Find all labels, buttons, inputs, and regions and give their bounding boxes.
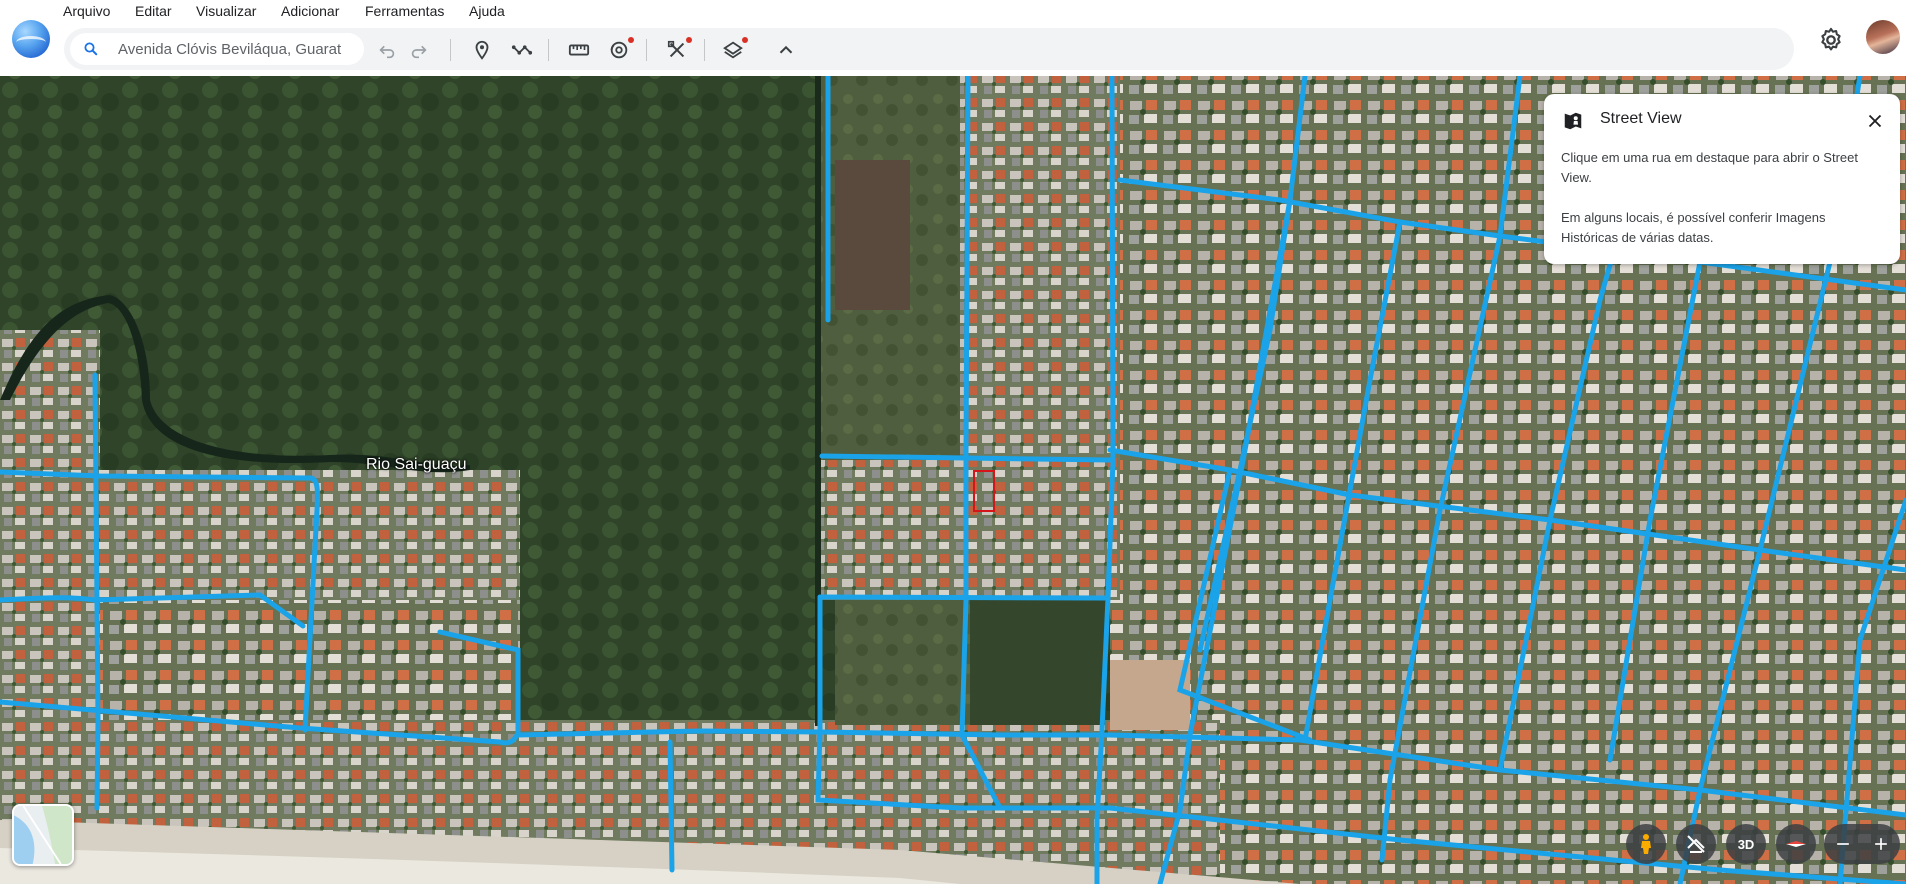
collapse-icon — [779, 45, 793, 54]
toolbar-divider — [704, 39, 705, 61]
search-icon[interactable] — [82, 40, 100, 58]
collapse-toolbar-button[interactable] — [773, 37, 799, 63]
settings-button[interactable] — [1817, 26, 1845, 54]
historical-imagery-icon — [610, 41, 628, 59]
compass-button[interactable] — [1776, 824, 1816, 864]
menu-ferramentas[interactable]: Ferramentas — [365, 3, 444, 19]
pegman-button[interactable] — [1626, 824, 1666, 864]
redo-icon — [411, 45, 427, 59]
tools-button[interactable] — [664, 37, 692, 63]
redo-button[interactable] — [406, 37, 432, 63]
menu-ajuda[interactable]: Ajuda — [469, 3, 505, 19]
map-label-river: Rio Sai-guaçu — [366, 456, 467, 473]
toolbar-divider — [450, 39, 451, 61]
no-tilt-icon — [1687, 835, 1705, 853]
map-controls: 3D — [1626, 822, 1902, 868]
toolbar-divider — [646, 39, 647, 61]
notification-dot — [628, 37, 634, 43]
minus-icon — [1837, 843, 1849, 845]
street-view-icon — [1562, 110, 1584, 132]
close-icon — [1868, 114, 1882, 128]
notification-dot — [742, 37, 748, 43]
map-style-thumbnail[interactable] — [12, 804, 74, 866]
menu-adicionar[interactable]: Adicionar — [281, 3, 339, 19]
search-box[interactable] — [70, 33, 364, 65]
undo-icon — [379, 45, 395, 59]
path-icon — [511, 45, 533, 55]
ruler-icon — [568, 44, 590, 56]
gear-icon — [1821, 27, 1841, 51]
toggle-3d-label: 3D — [1737, 836, 1755, 852]
pegman-icon — [1641, 834, 1651, 854]
menu-arquivo[interactable]: Arquivo — [63, 3, 110, 19]
zoom-out-button[interactable] — [1824, 824, 1862, 864]
layers-icon — [723, 41, 743, 59]
measure-button[interactable] — [566, 37, 592, 63]
zoom-in-button[interactable] — [1862, 824, 1900, 864]
add-path-button[interactable] — [509, 37, 535, 63]
compass-icon — [1786, 841, 1806, 847]
street-view-title: Street View — [1600, 110, 1682, 127]
tilt-reset-button[interactable] — [1676, 824, 1716, 864]
toggle-3d-button[interactable]: 3D — [1726, 824, 1766, 864]
historical-imagery-button[interactable] — [606, 37, 634, 63]
street-view-instructions: Clique em uma rua em destaque para abrir… — [1561, 150, 1858, 185]
toolbar — [64, 28, 1794, 70]
menu-bar: Arquivo Editar Visualizar Adicionar Ferr… — [0, 0, 1906, 24]
street-view-historical-note: Em alguns locais, é possível conferir Im… — [1561, 210, 1826, 245]
zoom-controls — [1824, 824, 1900, 864]
user-avatar[interactable] — [1866, 20, 1900, 54]
search-input[interactable] — [118, 38, 358, 60]
undo-button[interactable] — [374, 37, 400, 63]
close-button[interactable] — [1864, 110, 1886, 132]
notification-dot — [686, 37, 692, 43]
tools-icon — [667, 40, 685, 58]
map-thumbnail-icon — [14, 806, 72, 864]
street-view-card: Street View Clique em uma rua em destaqu… — [1544, 94, 1900, 264]
plus-icon — [1875, 838, 1887, 850]
menu-editar[interactable]: Editar — [135, 3, 172, 19]
menu-visualizar[interactable]: Visualizar — [196, 3, 256, 19]
earth-logo[interactable] — [12, 20, 50, 58]
add-placemark-button[interactable] — [469, 37, 495, 63]
layers-button[interactable] — [720, 37, 748, 63]
toolbar-divider — [548, 39, 549, 61]
placemark-icon — [475, 40, 489, 60]
